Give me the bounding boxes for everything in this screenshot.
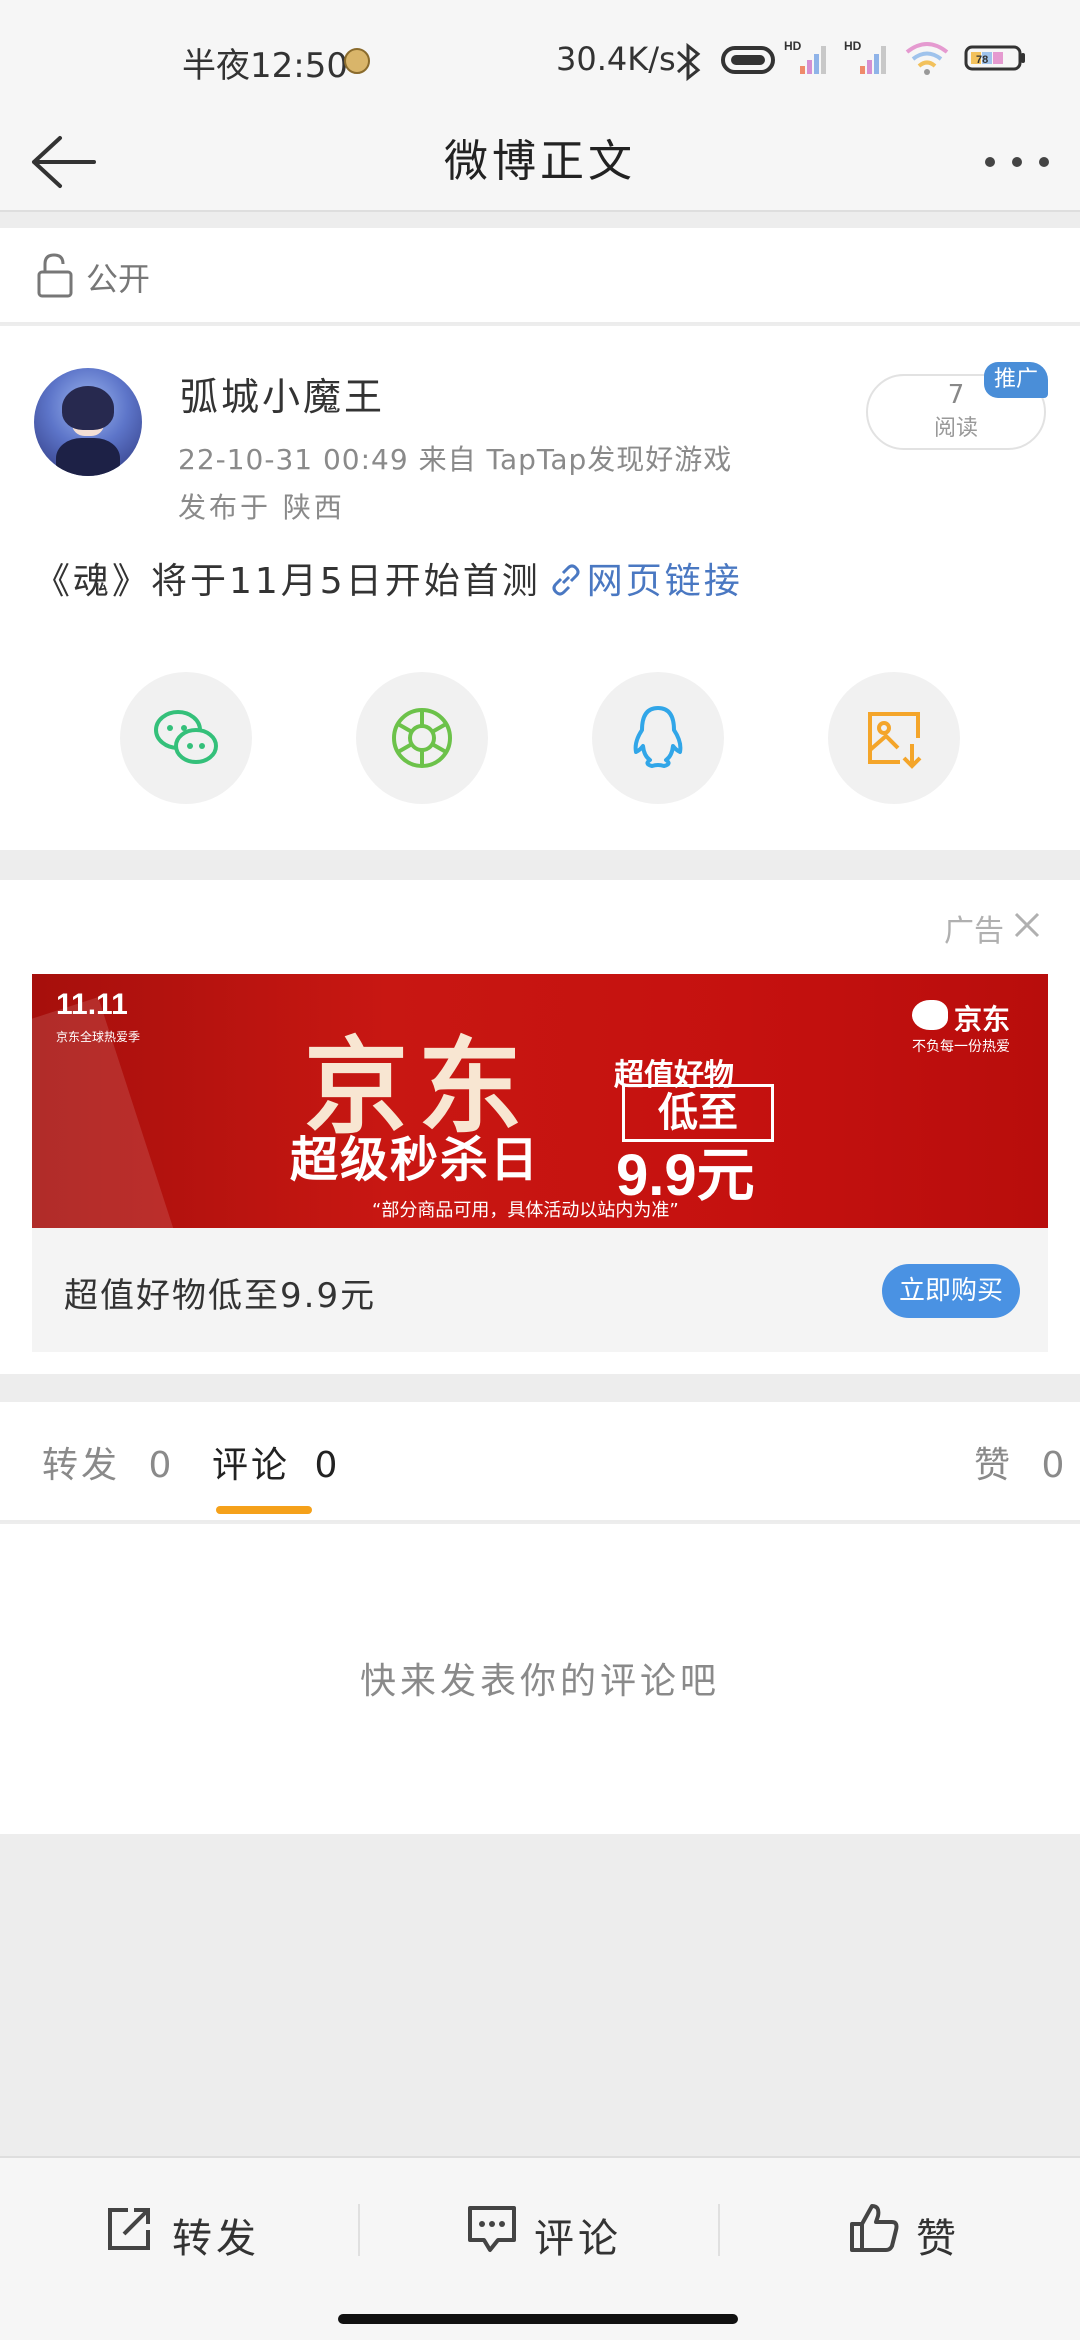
wechat-icon [154,710,218,764]
post-card: 弧城小魔王 22-10-31 00:49 来自 TapTap发现好游戏 发布于 … [0,326,1080,850]
like-button[interactable]: 赞 [848,2198,988,2262]
notification-emoji-icon [344,48,370,74]
signal-icon-1: HD [784,39,826,74]
repost-icon [108,2208,150,2250]
active-tab-indicator [216,1506,312,1514]
share-qq-button[interactable] [592,672,724,804]
ad-slogan: 不负每一份热爱 [912,1039,1010,1055]
svg-text:HD: HD [844,39,862,53]
ad-subheadline: 超级秒杀日 [290,1132,541,1188]
ad-tag: 广告 [944,914,1004,949]
battery-icon: 78 [964,45,1025,71]
svg-text:78: 78 [976,54,988,66]
qq-icon [633,706,683,768]
bottom-action-bar: 转发 评论 赞 [0,2156,1080,2340]
buy-now-button[interactable]: 立即购买 [882,1264,1020,1318]
tab-likes-label: 赞 [974,1445,1014,1486]
repost-button[interactable]: 转发 [104,2198,284,2262]
share-wechat-button[interactable] [120,672,252,804]
svg-text:HD: HD [784,39,802,53]
divider [718,2204,720,2256]
like-label: 赞 [916,2216,960,2262]
signal-icon-2: HD [844,39,886,74]
ad-card: 广告 11.11 京东全球热爱季 京东 超级秒杀日 超值好物 低至 9.9元 “… [0,880,1080,1374]
read-count-label: 阅读 [933,416,978,441]
close-icon[interactable] [1012,910,1042,940]
promote-badge[interactable]: 推广 [984,362,1048,398]
ad-event-sub: 京东全球热爱季 [56,1030,141,1044]
post-location: 发布于 陕西 [178,491,345,524]
network-speed: 30.4K/s [556,40,676,78]
link-icon [552,564,580,596]
more-options-icon[interactable] [982,144,1052,180]
save-image-icon [868,712,922,769]
jd-mascot-icon [912,1000,948,1030]
home-indicator[interactable] [338,2314,738,2324]
tab-likes[interactable]: 赞 0 [974,1436,1067,1488]
unlock-icon [37,253,73,298]
bluetooth-icon [676,42,701,82]
empty-comments-text: 快来发表你的评论吧 [359,1661,720,1702]
post-text: 《魂》将于11月5日开始首测 网页链接 [34,552,743,604]
status-bar: 半夜12:50 30.4K/s HD HD 78 [0,0,1080,112]
ad-footer-text: 超值好物低至9.9元 [64,1276,377,1316]
avatar[interactable] [34,368,142,476]
ad-banner-image[interactable]: 11.11 京东全球热爱季 京东 超级秒杀日 超值好物 低至 9.9元 “部分商… [32,974,1048,1228]
repost-label: 转发 [172,2216,260,2262]
post-meta: 22-10-31 00:49 来自 TapTap发现好游戏 [178,443,733,476]
tab-reposts-label: 转发 [42,1445,121,1486]
ad-brand-logo: 京东 [954,1003,1011,1036]
tab-comments-count: 0 [314,1445,341,1486]
tab-comments[interactable]: 评论 0 [212,1436,340,1488]
nav-bar: 微博正文 [0,112,1080,212]
share-moments-button[interactable] [356,672,488,804]
comment-icon [468,2206,516,2252]
tab-comments-label: 评论 [212,1445,291,1486]
post-username[interactable]: 弧城小魔王 [180,366,385,421]
post-body: 《魂》将于11月5日开始首测 [34,561,541,602]
comment-button[interactable]: 评论 [466,2198,646,2262]
link-mode-icon [721,46,775,74]
ad-note: “部分商品可用，具体活动以站内为准” [372,1200,679,1221]
visibility-label: 公开 [86,260,151,298]
divider [358,2204,360,2256]
moments-icon [392,708,452,768]
tab-likes-count: 0 [1041,1445,1068,1486]
tab-reposts-count: 0 [148,1445,175,1486]
save-image-button[interactable] [828,672,960,804]
comments-section: 快来发表你的评论吧 [0,1524,1080,1834]
web-link[interactable]: 网页链接 [587,561,743,602]
visibility-row: 公开 [0,228,1080,324]
tab-reposts[interactable]: 转发 0 [42,1436,174,1488]
wifi-icon [905,42,949,75]
ad-footer[interactable]: 超值好物低至9.9元 立即购买 [32,1228,1048,1352]
ad-event-badge: 11.11 [56,988,128,1021]
comment-label: 评论 [534,2216,622,2262]
thumbs-up-icon [850,2204,899,2252]
status-time: 半夜12:50 [182,46,348,86]
interaction-tabs: 转发 0 评论 0 赞 0 [0,1402,1080,1522]
page-title: 微博正文 [444,136,636,187]
